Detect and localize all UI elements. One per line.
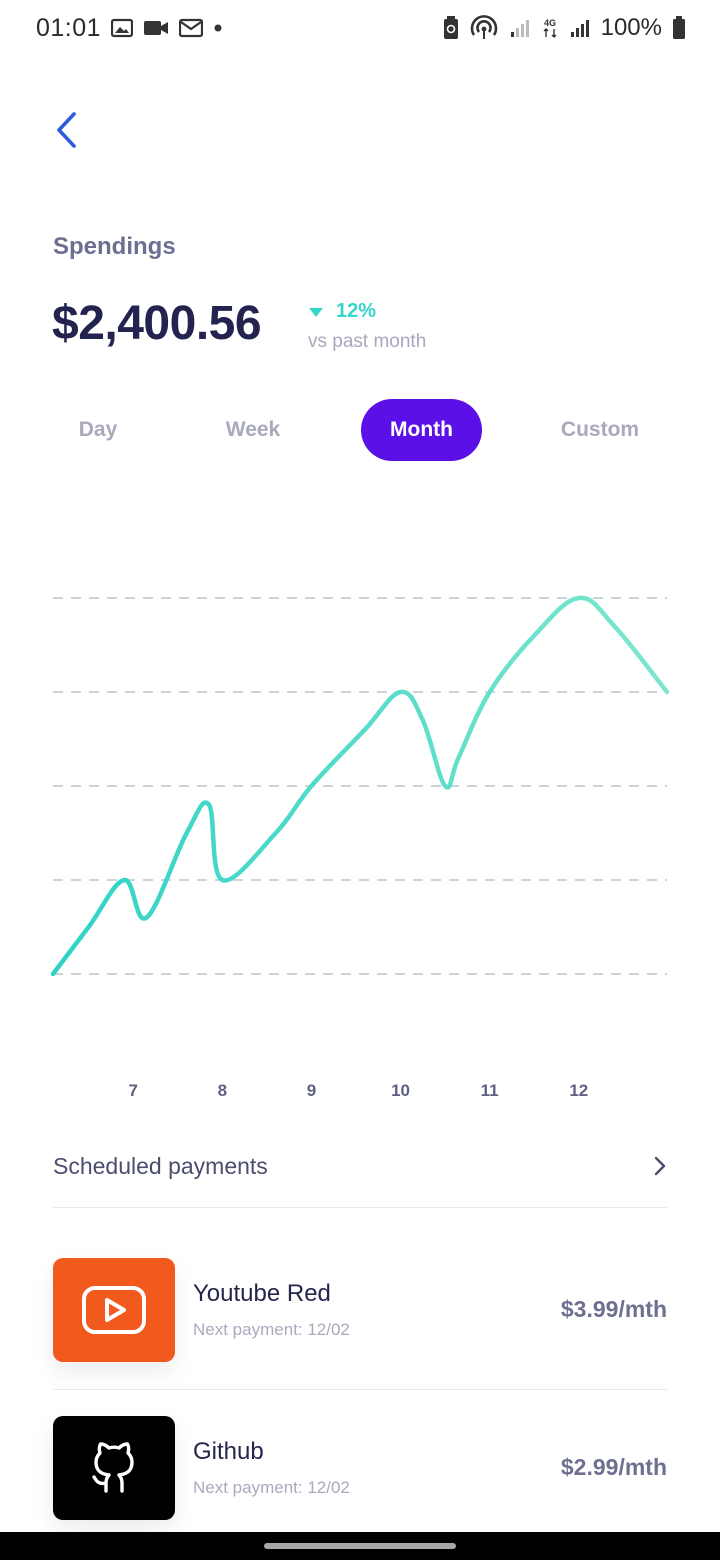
chart-svg: 7 8 9 10 11 12	[50, 595, 670, 1100]
tab-label: Custom	[560, 418, 640, 441]
payment-row-github[interactable]: Github Next payment: 12/02 $2.99/mth	[53, 1416, 667, 1520]
network-type-icon: 4G	[541, 17, 559, 39]
battery-saver-icon	[443, 16, 459, 40]
network-type-label: 4G	[544, 18, 556, 28]
payment-name: Github	[193, 1438, 264, 1465]
back-button[interactable]	[44, 108, 88, 152]
payment-name: Youtube Red	[193, 1280, 331, 1307]
triangle-down-icon	[309, 307, 323, 317]
navigation-bar	[0, 1532, 720, 1560]
video-icon	[143, 19, 169, 37]
status-left: 01:01	[36, 14, 223, 43]
divider	[53, 1207, 667, 1208]
battery-percent: 100%	[600, 14, 662, 41]
payment-amount: $3.99/mth	[560, 1296, 667, 1322]
mail-icon	[179, 18, 204, 38]
play-icon	[82, 1286, 146, 1334]
home-gesture-handle[interactable]	[264, 1543, 456, 1549]
status-bar: 01:01 4G 100%	[0, 0, 720, 56]
notification-dot-icon	[213, 23, 223, 33]
battery-icon	[672, 16, 686, 40]
scheduled-payments-title: Scheduled payments	[53, 1152, 268, 1179]
gallery-icon	[111, 18, 134, 38]
tab-label: Month	[390, 418, 453, 441]
payment-next-date: Next payment: 12/02	[193, 1478, 350, 1497]
spendings-label: Spendings	[53, 233, 176, 260]
github-logo	[53, 1416, 175, 1520]
payment-row-youtube[interactable]: Youtube Red Next payment: 12/02 $3.99/mt…	[53, 1258, 667, 1362]
payment-next-date: Next payment: 12/02	[193, 1320, 350, 1339]
x-tick-label: 9	[307, 1081, 316, 1100]
change-caption: vs past month	[308, 331, 427, 352]
signal-strong-icon	[569, 18, 591, 38]
signal-weak-icon	[509, 18, 531, 38]
spendings-amount: $2,400.56	[52, 297, 262, 350]
x-tick-label: 7	[128, 1081, 137, 1100]
tab-month[interactable]: Month	[361, 399, 482, 461]
x-tick-label: 12	[569, 1081, 588, 1100]
tab-custom[interactable]: Custom	[536, 399, 664, 461]
youtube-logo	[53, 1258, 175, 1362]
tab-day[interactable]: Day	[36, 399, 160, 461]
tab-week[interactable]: Week	[191, 399, 315, 461]
tab-label: Week	[225, 418, 281, 441]
change-row: 12%	[308, 300, 426, 323]
change-indicator: 12% vs past month	[308, 300, 426, 353]
scheduled-payments-header[interactable]: Scheduled payments	[53, 1140, 667, 1192]
hotspot-icon	[469, 15, 499, 41]
status-time: 01:01	[36, 13, 102, 42]
chevron-left-icon	[57, 112, 76, 148]
x-tick-label: 11	[481, 1081, 499, 1100]
status-right: 4G 100%	[443, 14, 686, 42]
change-percent: 12%	[336, 300, 377, 322]
spending-chart: 7 8 9 10 11 12	[0, 560, 720, 1100]
github-icon	[92, 1442, 134, 1493]
period-tabs: Day Week Month Custom	[36, 399, 684, 461]
x-tick-label: 10	[391, 1081, 410, 1100]
x-tick-label: 8	[218, 1081, 227, 1100]
payment-amount: $2.99/mth	[560, 1454, 667, 1480]
chevron-right-icon	[654, 1156, 666, 1176]
divider	[53, 1389, 667, 1390]
screen: 01:01 4G 100% Spendings $2,400.56 12% vs…	[0, 0, 720, 1560]
tab-label: Day	[78, 418, 118, 441]
